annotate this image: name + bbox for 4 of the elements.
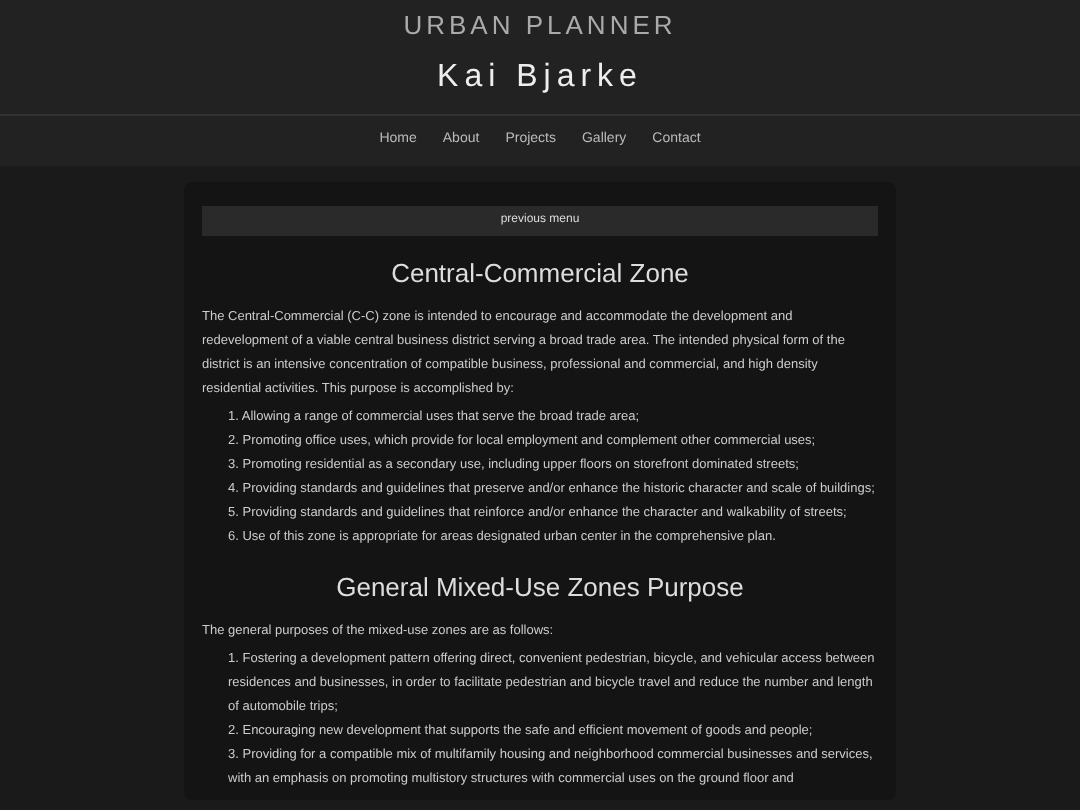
section-heading: General Mixed-Use Zones Purpose [334, 572, 746, 604]
site-subtitle: URBAN PLANNER [403, 10, 677, 42]
section-heading: Central-Commercial Zone [389, 258, 691, 290]
site-title: Kai Bjarke [437, 58, 643, 98]
